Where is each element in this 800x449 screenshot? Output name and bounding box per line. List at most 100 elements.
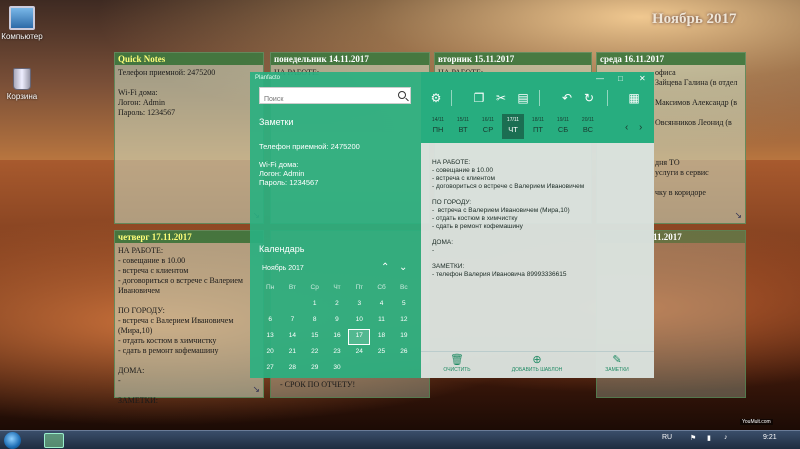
search-box[interactable] — [259, 87, 411, 107]
calendar-day[interactable]: 23 — [326, 345, 348, 361]
day-column-text[interactable]: НА РАБОТЕ: - совещание в 10.00 - встреча… — [115, 243, 263, 409]
day-notes-text[interactable]: НА РАБОТЕ: - совещание в 10.00 - встреча… — [432, 159, 647, 279]
quick-notes-title: Quick Notes — [115, 53, 263, 65]
week-prev-icon[interactable]: ‹ — [625, 122, 628, 133]
calendar-day[interactable]: 22 — [304, 345, 326, 361]
calendar-day[interactable]: 20 — [259, 345, 281, 361]
desktop-icon-recycle-bin[interactable]: Корзина — [0, 68, 52, 101]
cut-icon[interactable]: ✂ — [493, 90, 509, 106]
calendar-day[interactable]: 5 — [393, 297, 415, 313]
calendar-empty-cell — [281, 297, 303, 313]
calendar-month: Ноябрь 2017 — [262, 265, 304, 272]
week-day-tab[interactable]: 15/11 ВТ — [452, 114, 474, 139]
calendar-day[interactable]: 4 — [370, 297, 392, 313]
recycle-bin-icon — [13, 68, 31, 90]
calendar-day[interactable]: 17 — [348, 329, 371, 345]
undo-icon[interactable]: ↶ — [559, 90, 575, 106]
calendar-empty-cell — [393, 361, 415, 377]
week-day-name: ВТ — [458, 125, 468, 134]
week-day-date: 20/11 — [581, 117, 595, 123]
tray-flag-icon[interactable]: ⚑ — [690, 434, 696, 442]
calendar-next-icon[interactable]: ⌄ — [399, 262, 407, 273]
calendar-day[interactable]: 11 — [370, 313, 392, 329]
calendar-day[interactable]: 28 — [281, 361, 303, 377]
week-next-icon[interactable]: › — [639, 122, 642, 133]
tray-network-icon[interactable]: ▮ — [707, 434, 711, 442]
planfacto-window[interactable]: Planfacto Заметки Телефон приемной: 2475… — [250, 72, 654, 378]
add-template-button[interactable]: ⊕ ДОБАВИТЬ ШАБЛОН — [505, 354, 569, 373]
calendar-day[interactable]: 10 — [348, 313, 370, 329]
calendar-week-row: 13 14 15 16 17 18 19 — [259, 329, 415, 345]
toolbar-separator — [451, 90, 452, 106]
week-day-tab[interactable]: 18/11 ПТ — [527, 114, 549, 139]
week-day-tab[interactable]: 19/11 СБ — [552, 114, 574, 139]
window-title: Planfacto — [255, 75, 281, 81]
quick-notes-panel[interactable]: Quick Notes Телефон приемной: 2475200 Wi… — [114, 52, 264, 224]
toolbar-separator — [607, 90, 608, 106]
copy-icon[interactable]: ❐ — [471, 90, 487, 106]
calendar-grid: Пн Вт Ср Чт Пт Сб Вс 1 2 3 4 5 6 7 8 9 10 11 12 13 14 15 16 17 1… — [259, 281, 415, 377]
calendar-day[interactable]: 30 — [326, 361, 348, 377]
calendar-today-icon[interactable]: ▦ — [626, 90, 642, 106]
calendar-day[interactable]: 2 — [326, 297, 348, 313]
taskbar: RU ⚑ ▮ ♪ 9:21 — [0, 430, 800, 449]
calendar-day[interactable]: 24 — [348, 345, 370, 361]
week-day-tab[interactable]: 16/11 СР — [477, 114, 499, 139]
calendar-day[interactable]: 29 — [304, 361, 326, 377]
calendar-day[interactable]: 13 — [259, 329, 281, 345]
notes-text[interactable]: Телефон приемной: 2475200 Wi-Fi дома: Ло… — [259, 142, 360, 187]
calendar-day[interactable]: 19 — [393, 329, 415, 345]
calendar-weekday: Сб — [377, 284, 386, 291]
clear-button[interactable]: 🗑 ОЧИСТИТЬ — [425, 354, 489, 373]
desktop-icon-computer[interactable]: Компьютер — [0, 6, 52, 41]
calendar-day[interactable]: 21 — [281, 345, 303, 361]
calendar-day[interactable]: 9 — [326, 313, 348, 329]
calendar-day[interactable]: 7 — [281, 313, 303, 329]
calendar-day[interactable]: 14 — [281, 329, 303, 345]
settings-icon[interactable]: ⚙ — [428, 90, 444, 106]
day-column-title: понедельник 14.11.2017 — [271, 53, 429, 65]
search-input[interactable] — [260, 92, 390, 107]
minimize-button[interactable]: — — [596, 74, 604, 83]
week-day-name: СР — [482, 125, 494, 134]
calendar-day[interactable]: 27 — [259, 361, 281, 377]
tray-volume-icon[interactable]: ♪ — [724, 434, 728, 441]
resize-icon[interactable]: ↘ — [252, 384, 260, 395]
calendar-day[interactable]: 1 — [304, 297, 326, 313]
calendar-day[interactable]: 18 — [370, 329, 392, 345]
calendar-day[interactable]: 6 — [259, 313, 281, 329]
start-button[interactable] — [4, 432, 21, 449]
day-column-thursday[interactable]: четверг 17.11.2017 НА РАБОТЕ: - совещани… — [114, 230, 264, 405]
search-icon[interactable] — [398, 91, 406, 99]
maximize-button[interactable]: □ — [618, 74, 623, 83]
calendar-day[interactable]: 15 — [304, 329, 326, 345]
clock[interactable]: 9:21 — [763, 434, 777, 441]
notes-button[interactable]: ✎ ЗАМЕТКИ — [585, 354, 649, 373]
calendar-day[interactable]: 8 — [304, 313, 326, 329]
taskbar-app-planfacto[interactable] — [44, 433, 64, 448]
calendar-day[interactable]: 12 — [393, 313, 415, 329]
language-indicator[interactable]: RU — [662, 434, 672, 441]
calendar-week-row: 20 21 22 23 24 25 26 — [259, 345, 415, 361]
calendar-day[interactable]: 3 — [348, 297, 370, 313]
calendar-day[interactable]: 16 — [326, 329, 348, 345]
week-day-tab[interactable]: 17/11 ЧТ — [502, 114, 524, 139]
close-button[interactable]: ✕ — [639, 74, 646, 83]
paste-icon[interactable]: ▤ — [515, 90, 531, 106]
redo-icon[interactable]: ↻ — [581, 90, 597, 106]
quick-notes-text[interactable]: Телефон приемной: 2475200 Wi-Fi дома: Ло… — [115, 65, 263, 121]
week-day-tab[interactable]: 20/11 ВС — [577, 114, 599, 139]
calendar-week-row: 12345 — [259, 297, 415, 313]
calendar-day[interactable]: 26 — [393, 345, 415, 361]
month-title: Ноябрь 2017 — [652, 11, 737, 27]
week-day-date: 15/11 — [456, 117, 470, 123]
calendar-weekday: Пт — [355, 284, 364, 291]
calendar-day[interactable]: 25 — [370, 345, 392, 361]
left-pane: Planfacto Заметки Телефон приемной: 2475… — [250, 72, 421, 378]
calendar-weekday: Чт — [333, 284, 341, 291]
day-column-text[interactable]: - СРОК ПО ОТЧЕТУ! — [277, 377, 358, 393]
week-day-tab[interactable]: 14/11 ПН — [427, 114, 449, 139]
resize-icon[interactable]: ↘ — [734, 210, 742, 221]
week-strip: 14/11 ПН 15/11 ВТ 16/11 СР 17/11 ЧТ 18/11 ПТ 19/11… — [421, 114, 654, 143]
calendar-prev-icon[interactable]: ⌃ — [381, 262, 389, 273]
